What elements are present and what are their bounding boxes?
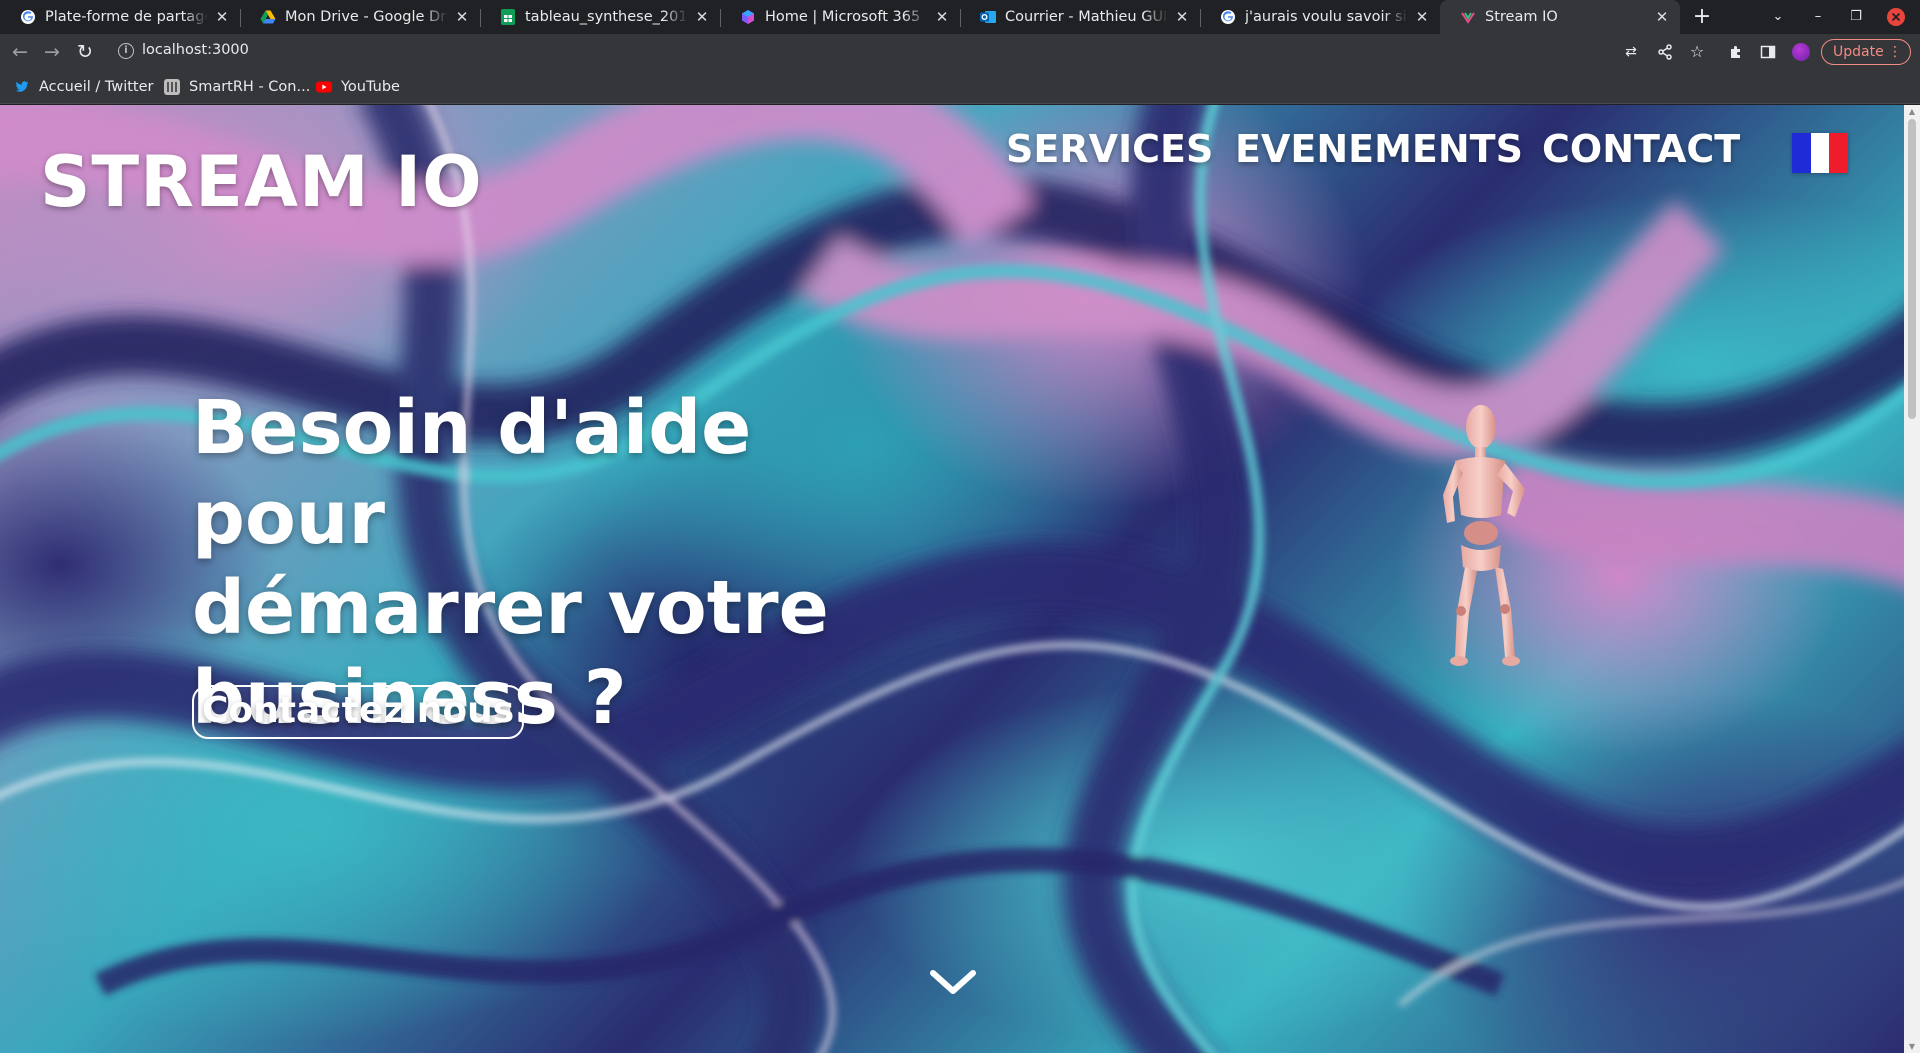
url-text[interactable]: localhost:3000 — [142, 42, 249, 58]
forward-icon[interactable]: → — [40, 40, 64, 64]
stream-io-favicon — [1460, 9, 1476, 25]
tab-microsoft-365[interactable]: Home | Microsoft 365 ✕ — [720, 0, 960, 34]
tab-google-search[interactable]: j'aurais voulu savoir si po ✕ — [1200, 0, 1440, 34]
more-vertical-icon: ⋮ — [1888, 44, 1902, 60]
close-icon[interactable]: ✕ — [934, 8, 950, 26]
tab-title: j'aurais voulu savoir si po — [1245, 9, 1408, 25]
site-info-icon[interactable]: i — [118, 43, 134, 59]
nav-evenements-link[interactable]: EVENEMENTS — [1235, 127, 1523, 171]
contact-us-button[interactable]: Contactez nous — [192, 685, 525, 739]
tab-title: Plate-forme de partage de — [45, 9, 208, 25]
extensions-icon[interactable] — [1725, 41, 1747, 63]
tab-title: Courrier - Mathieu GUILLE — [1005, 9, 1168, 25]
bookmark-twitter[interactable]: Accueil / Twitter — [14, 77, 153, 97]
close-icon[interactable]: ✕ — [454, 8, 470, 26]
tab-stream-io[interactable]: Stream IO ✕ — [1440, 0, 1680, 34]
french-flag-icon[interactable] — [1792, 133, 1849, 173]
scroll-up-arrow-icon[interactable]: ▲ — [1907, 107, 1917, 116]
headline-line: Besoin d'aide pour — [192, 385, 752, 561]
reload-icon[interactable]: ↻ — [73, 40, 97, 64]
side-panel-icon[interactable] — [1757, 41, 1779, 63]
scrollbar-thumb[interactable] — [1908, 119, 1916, 419]
page-scrollbar[interactable]: ▲ ▼ — [1904, 105, 1920, 1053]
tab-title: tableau_synthese_201020 — [525, 9, 688, 25]
tab-search-icon[interactable]: ⌄ — [1760, 0, 1796, 34]
nav-contact-link[interactable]: CONTACT — [1542, 127, 1740, 171]
chevron-down-icon[interactable] — [928, 965, 978, 999]
mannequin-figure-image — [1443, 405, 1525, 666]
nav-services-link[interactable]: SERVICES — [1006, 127, 1213, 171]
translate-icon[interactable]: ⇄ — [1620, 41, 1642, 63]
bookmark-label: YouTube — [341, 79, 400, 95]
web-page: STREAM IO SERVICES EVENEMENTS CONTACT Be… — [0, 105, 1904, 1053]
twitter-icon — [14, 79, 30, 95]
youtube-icon — [316, 79, 332, 95]
close-icon[interactable]: ✕ — [1414, 8, 1430, 26]
google-sheets-icon — [500, 9, 516, 25]
google-icon — [20, 9, 36, 25]
new-tab-button[interactable]: + — [1688, 3, 1716, 31]
tab-tableau-synthese[interactable]: tableau_synthese_201020 ✕ — [480, 0, 720, 34]
google-icon — [1220, 9, 1236, 25]
restore-icon[interactable]: ❐ — [1838, 0, 1874, 34]
bookmark-youtube[interactable]: YouTube — [316, 77, 400, 97]
close-icon[interactable]: ✕ — [1174, 8, 1190, 26]
close-icon[interactable]: ✕ — [214, 8, 230, 26]
back-icon[interactable]: ← — [8, 40, 32, 64]
tab-google-drive[interactable]: Mon Drive - Google Drive ✕ — [240, 0, 480, 34]
bookmark-smartrh[interactable]: SmartRH - Con... — [164, 77, 310, 97]
google-drive-icon — [260, 9, 276, 25]
outlook-icon — [980, 9, 996, 25]
browser-toolbar: ← → ↻ i localhost:3000 ⇄ ☆ Update ⋮ — [0, 34, 1920, 70]
close-icon[interactable]: ✕ — [694, 8, 710, 26]
tab-title: Stream IO — [1485, 9, 1558, 25]
tab-title: Mon Drive - Google Drive — [285, 9, 448, 25]
update-button[interactable]: Update ⋮ — [1821, 39, 1911, 65]
profile-avatar[interactable] — [1792, 43, 1810, 61]
smartrh-icon — [164, 79, 180, 95]
bookmark-star-icon[interactable]: ☆ — [1686, 41, 1708, 63]
tab-plateforme[interactable]: Plate-forme de partage de ✕ — [0, 0, 240, 34]
window-close-icon[interactable] — [1878, 0, 1914, 34]
update-label: Update — [1833, 44, 1884, 60]
headline-line: démarrer votre — [192, 565, 829, 651]
tab-outlook[interactable]: Courrier - Mathieu GUILLE ✕ — [960, 0, 1200, 34]
bookmarks-bar: Accueil / Twitter SmartRH - Con... YouTu… — [0, 70, 1920, 104]
site-logo[interactable]: STREAM IO — [40, 141, 483, 223]
minimize-icon[interactable]: – — [1800, 0, 1836, 34]
close-icon[interactable]: ✕ — [1654, 8, 1670, 26]
tab-strip: Plate-forme de partage de ✕ Mon Drive - … — [0, 0, 1920, 34]
microsoft-365-icon — [740, 9, 756, 25]
scroll-down-arrow-icon[interactable]: ▼ — [1907, 1042, 1917, 1051]
bookmark-label: SmartRH - Con... — [189, 79, 311, 95]
address-bar[interactable]: i localhost:3000 — [110, 38, 1670, 66]
bookmark-label: Accueil / Twitter — [39, 79, 154, 95]
tab-title: Home | Microsoft 365 — [765, 9, 921, 25]
share-icon[interactable] — [1654, 41, 1676, 63]
